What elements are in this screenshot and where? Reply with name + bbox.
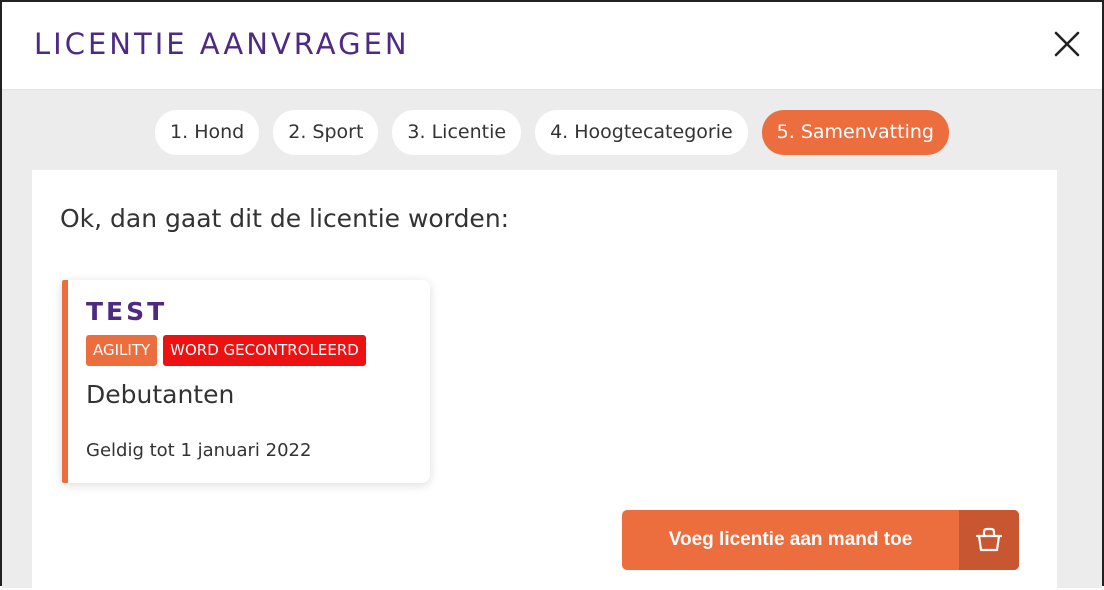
license-request-dialog: LICENTIE AANVRAGEN 1. Hond 2. Sport 3. L… — [0, 0, 1104, 590]
step-licentie[interactable]: 3. Licentie — [392, 110, 522, 155]
close-icon — [1054, 31, 1080, 57]
add-to-cart-label: Voeg licentie aan mand toe — [668, 529, 913, 550]
basket-icon — [975, 527, 1003, 552]
step-sport[interactable]: 2. Sport — [273, 110, 379, 155]
cart-icon-box — [959, 510, 1019, 570]
close-button[interactable] — [1052, 29, 1082, 59]
step-navigation: 1. Hond 2. Sport 3. Licentie 4. Hoogteca… — [2, 110, 1102, 156]
step-hond[interactable]: 1. Hond — [155, 110, 260, 155]
license-card: TEST AGILITY WORD GECONTROLEERD Debutant… — [62, 280, 430, 483]
step-samenvatting[interactable]: 5. Samenvatting — [761, 110, 949, 155]
license-category: Debutanten — [86, 380, 235, 409]
summary-panel: Ok, dan gaat dit de licentie worden: TES… — [32, 170, 1057, 590]
step-hoogtecategorie[interactable]: 4. Hoogtecategorie — [535, 110, 748, 155]
dialog-title: LICENTIE AANVRAGEN — [34, 27, 410, 61]
license-name: TEST — [86, 297, 168, 326]
license-badges: AGILITY WORD GECONTROLEERD — [86, 335, 366, 366]
status-badge: WORD GECONTROLEERD — [163, 335, 366, 366]
license-valid-until: Geldig tot 1 januari 2022 — [86, 440, 312, 461]
dialog-body: 1. Hond 2. Sport 3. Licentie 4. Hoogteca… — [2, 90, 1102, 590]
summary-intro: Ok, dan gaat dit de licentie worden: — [60, 204, 510, 233]
sport-badge: AGILITY — [86, 335, 158, 366]
dialog-header: LICENTIE AANVRAGEN — [2, 2, 1102, 90]
add-to-cart-button[interactable]: Voeg licentie aan mand toe — [622, 510, 1019, 570]
